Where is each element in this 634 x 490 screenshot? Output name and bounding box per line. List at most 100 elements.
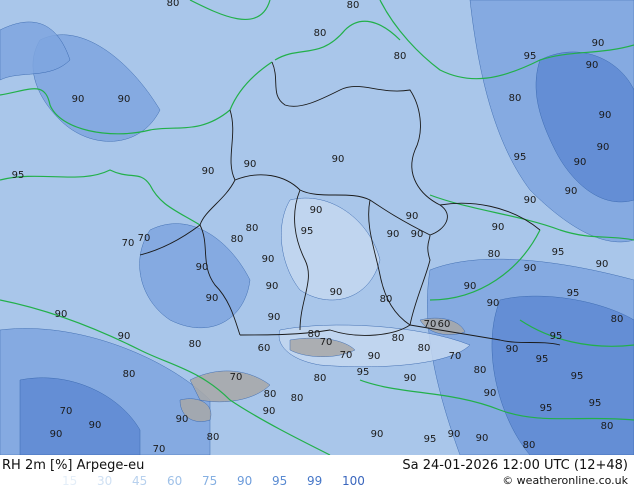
contour-label: 95 [514, 152, 527, 163]
legend-value: 95 [272, 474, 288, 488]
contour-label: 90 [268, 312, 281, 323]
contour-label: 80 [488, 249, 501, 260]
contour-label: 90 [310, 205, 323, 216]
contour-label: 80 [291, 393, 304, 404]
contour-label: 90 [464, 281, 477, 292]
contour-label: 90 [50, 429, 63, 440]
contour-label: 90 [448, 429, 461, 440]
contour-label: 90 [597, 142, 610, 153]
contour-label: 90 [206, 293, 219, 304]
contour-label: 80 [394, 51, 407, 62]
contour-label: 90 [574, 157, 587, 168]
contour-label: 70 [153, 444, 166, 455]
rh-map: 80 80 80 90 80 95 90 90 90 80 90 90 95 90 90 90 90 95 90 90… [0, 0, 634, 455]
contour-label: 80 [392, 333, 405, 344]
contour-label: 95 [589, 398, 602, 409]
contour-label: 95 [536, 354, 549, 365]
contour-label: 90 [592, 38, 605, 49]
contour-label: 95 [550, 331, 563, 342]
contour-label: 95 [12, 170, 25, 181]
contour-label: 95 [524, 51, 537, 62]
legend-value: 15 [62, 474, 78, 488]
contour-label: 90 [406, 211, 419, 222]
color-legend: 15 30 45 60 75 90 95 99 100 [62, 474, 377, 488]
contour-label: 90 [411, 229, 424, 240]
contour-label: 90 [387, 229, 400, 240]
contour-label: 95 [357, 367, 370, 378]
contour-label: 90 [599, 110, 612, 121]
contour-label: 90 [196, 262, 209, 273]
map-footer: RH 2m [%] Arpege-eu Sa 24-01-2026 12:00 … [0, 455, 634, 490]
contour-label: 70 [424, 319, 437, 330]
contour-label: 90 [524, 195, 537, 206]
contour-label: 90 [330, 287, 343, 298]
contour-label: 95 [540, 403, 553, 414]
contour-label: 90 [244, 159, 257, 170]
contour-label: 95 [571, 371, 584, 382]
contour-label: 80 [314, 373, 327, 384]
contour-label: 90 [368, 351, 381, 362]
contour-label: 95 [552, 247, 565, 258]
contour-label: 90 [404, 373, 417, 384]
contour-label: 90 [118, 94, 131, 105]
contour-label: 70 [122, 238, 135, 249]
contour-label: 70 [449, 351, 462, 362]
contour-label: 80 [611, 314, 624, 325]
contour-label: 70 [340, 350, 353, 361]
contour-label: 80 [189, 339, 202, 350]
legend-value: 30 [97, 474, 113, 488]
contour-label: 95 [301, 226, 314, 237]
legend-value: 100 [342, 474, 365, 488]
contour-label: 80 [523, 440, 536, 451]
contour-label: 90 [492, 222, 505, 233]
contour-label: 70 [60, 406, 73, 417]
contour-label: 70 [320, 337, 333, 348]
contour-label: 80 [474, 365, 487, 376]
legend-value: 99 [307, 474, 323, 488]
contour-label: 80 [380, 294, 393, 305]
legend-value: 45 [132, 474, 148, 488]
valid-time: Sa 24-01-2026 12:00 UTC (12+48) [402, 458, 628, 473]
contour-label: 70 [138, 233, 151, 244]
contour-label: 80 [509, 93, 522, 104]
legend-value: 90 [237, 474, 253, 488]
contour-label: 90 [72, 94, 85, 105]
contour-label: 60 [438, 319, 451, 330]
contour-label: 80 [308, 329, 321, 340]
contour-label: 80 [246, 223, 259, 234]
contour-label: 80 [347, 0, 360, 11]
contour-label: 90 [476, 433, 489, 444]
contour-label: 80 [231, 234, 244, 245]
contour-label: 90 [89, 420, 102, 431]
contour-label: 80 [264, 389, 277, 400]
contour-label: 90 [371, 429, 384, 440]
contour-label: 80 [314, 28, 327, 39]
legend-value: 60 [167, 474, 183, 488]
credit-text: © weatheronline.co.uk [502, 474, 628, 487]
contour-label: 90 [266, 281, 279, 292]
contour-label: 90 [118, 331, 131, 342]
contour-label: 90 [586, 60, 599, 71]
contour-label: 90 [262, 254, 275, 265]
contour-label: 90 [263, 406, 276, 417]
contour-label: 80 [601, 421, 614, 432]
contour-label: 60 [258, 343, 271, 354]
contour-label: 90 [332, 154, 345, 165]
contour-label: 90 [55, 309, 68, 320]
map-title: RH 2m [%] Arpege-eu [2, 458, 145, 473]
contour-label: 80 [207, 432, 220, 443]
contour-label: 90 [176, 414, 189, 425]
contour-label: 90 [565, 186, 578, 197]
contour-label: 90 [202, 166, 215, 177]
contour-label: 95 [424, 434, 437, 445]
contour-label: 80 [167, 0, 180, 9]
contour-label: 95 [567, 288, 580, 299]
contour-label: 90 [484, 388, 497, 399]
rh-map-canvas: 80 80809080 959090 90 809090 9590909090959090… [0, 0, 634, 455]
contour-label: 90 [506, 344, 519, 355]
contour-label: 80 [418, 343, 431, 354]
contour-label: 90 [524, 263, 537, 274]
contour-label: 90 [487, 298, 500, 309]
legend-value: 75 [202, 474, 218, 488]
contour-label: 90 [596, 259, 609, 270]
